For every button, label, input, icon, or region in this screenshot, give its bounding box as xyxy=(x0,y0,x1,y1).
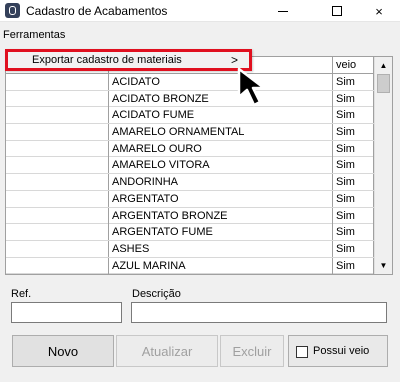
table-row[interactable]: AMARELO ORNAMENTAL Sim xyxy=(6,124,374,141)
vertical-scrollbar[interactable]: ▲ ▼ xyxy=(374,57,392,274)
maximize-icon xyxy=(332,6,342,16)
cell-veio: Sim xyxy=(333,107,374,124)
close-button[interactable]: × xyxy=(356,0,400,22)
cell-descricao: AZUL MARINA xyxy=(109,257,333,274)
menu-item-exportar[interactable]: Exportar cadastro de materiais xyxy=(32,54,182,66)
menu-bar: Ferramentas xyxy=(0,26,400,44)
descricao-label: Descrição xyxy=(132,288,181,300)
possui-veio-label[interactable]: Possui veio xyxy=(313,345,369,357)
excluir-button[interactable]: Excluir xyxy=(220,335,284,367)
cell-descricao: ACIDATO FUME xyxy=(109,107,333,124)
title-bar: Cadastro de Acabamentos × xyxy=(0,0,400,22)
cell-ref xyxy=(6,257,109,274)
cell-ref xyxy=(6,207,109,224)
cell-ref xyxy=(6,157,109,174)
cell-veio: Sim xyxy=(333,257,374,274)
cell-veio: Sim xyxy=(333,207,374,224)
cell-ref xyxy=(6,224,109,241)
materials-grid[interactable]: veio ACIDATO Sim ACIDATO BRONZE Sim ACIDATO … xyxy=(5,56,393,275)
minimize-button[interactable] xyxy=(260,0,306,22)
possui-veio-checkbox[interactable] xyxy=(296,346,308,358)
table-row[interactable]: AMARELO VITORA Sim xyxy=(6,157,374,175)
cell-descricao: ARGENTATO BRONZE xyxy=(109,207,333,224)
cell-veio: Sim xyxy=(333,74,374,90)
mouse-cursor-icon xyxy=(237,67,266,107)
app-icon xyxy=(5,3,20,18)
scroll-down-icon[interactable]: ▼ xyxy=(375,257,392,274)
cell-veio: Sim xyxy=(333,140,374,157)
cell-ref xyxy=(6,90,109,107)
cell-veio: Sim xyxy=(333,157,374,174)
maximize-button[interactable] xyxy=(314,0,360,22)
cell-descricao: ASHES xyxy=(109,240,333,257)
ref-label: Ref. xyxy=(11,288,32,300)
cell-veio: Sim xyxy=(333,124,374,141)
cell-veio: Sim xyxy=(333,240,374,257)
cell-descricao: ACIDATO xyxy=(109,74,333,90)
cell-ref xyxy=(6,74,109,90)
scroll-up-icon[interactable]: ▲ xyxy=(375,57,392,74)
cell-descricao: ACIDATO BRONZE xyxy=(109,90,333,107)
scroll-thumb[interactable] xyxy=(377,74,390,93)
cell-descricao: ANDORINHA xyxy=(109,174,333,191)
table-row[interactable]: AZUL MARINA Sim xyxy=(6,257,374,274)
submenu-arrow-icon: > xyxy=(231,53,239,67)
cell-veio: Sim xyxy=(333,90,374,107)
close-icon: × xyxy=(375,3,383,19)
table-row[interactable]: ARGENTATO Sim xyxy=(6,190,374,208)
atualizar-button[interactable]: Atualizar xyxy=(116,335,218,367)
possui-veio-group: Possui veio xyxy=(288,335,388,367)
grid-rows: ACIDATO Sim ACIDATO BRONZE Sim ACIDATO FUME S… xyxy=(6,74,374,274)
cell-descricao: ARGENTATO FUME xyxy=(109,224,333,241)
table-row[interactable]: ACIDATO Sim xyxy=(6,74,374,91)
cell-ref xyxy=(6,140,109,157)
table-row[interactable]: ASHES Sim xyxy=(6,240,374,258)
cell-descricao: ARGENTATO xyxy=(109,190,333,207)
table-row[interactable]: ARGENTATO FUME Sim xyxy=(6,224,374,241)
cell-descricao: AMARELO VITORA xyxy=(109,157,333,174)
context-menu: Exportar cadastro de materiais > xyxy=(5,49,252,71)
cell-descricao: AMARELO ORNAMENTAL xyxy=(109,124,333,141)
cell-ref xyxy=(6,240,109,257)
cell-veio: Sim xyxy=(333,174,374,191)
cell-ref xyxy=(6,107,109,124)
cell-ref xyxy=(6,124,109,141)
cell-descricao: AMARELO OURO xyxy=(109,140,333,157)
cell-ref xyxy=(6,190,109,207)
cell-veio: Sim xyxy=(333,224,374,241)
novo-button[interactable]: Novo xyxy=(12,335,114,367)
table-row[interactable]: ACIDATO FUME Sim xyxy=(6,107,374,125)
table-row[interactable]: AMARELO OURO Sim xyxy=(6,140,374,158)
table-row[interactable]: ACIDATO BRONZE Sim xyxy=(6,90,374,108)
minimize-icon xyxy=(278,10,288,12)
menu-ferramentas[interactable]: Ferramentas xyxy=(3,29,65,41)
descricao-input[interactable] xyxy=(131,302,387,323)
cell-veio: Sim xyxy=(333,190,374,207)
cell-ref xyxy=(6,174,109,191)
column-header-veio[interactable]: veio xyxy=(333,57,374,73)
table-row[interactable]: ANDORINHA Sim xyxy=(6,174,374,191)
window-title: Cadastro de Acabamentos xyxy=(26,4,168,18)
table-row[interactable]: ARGENTATO BRONZE Sim xyxy=(6,207,374,225)
ref-input[interactable] xyxy=(11,302,122,323)
